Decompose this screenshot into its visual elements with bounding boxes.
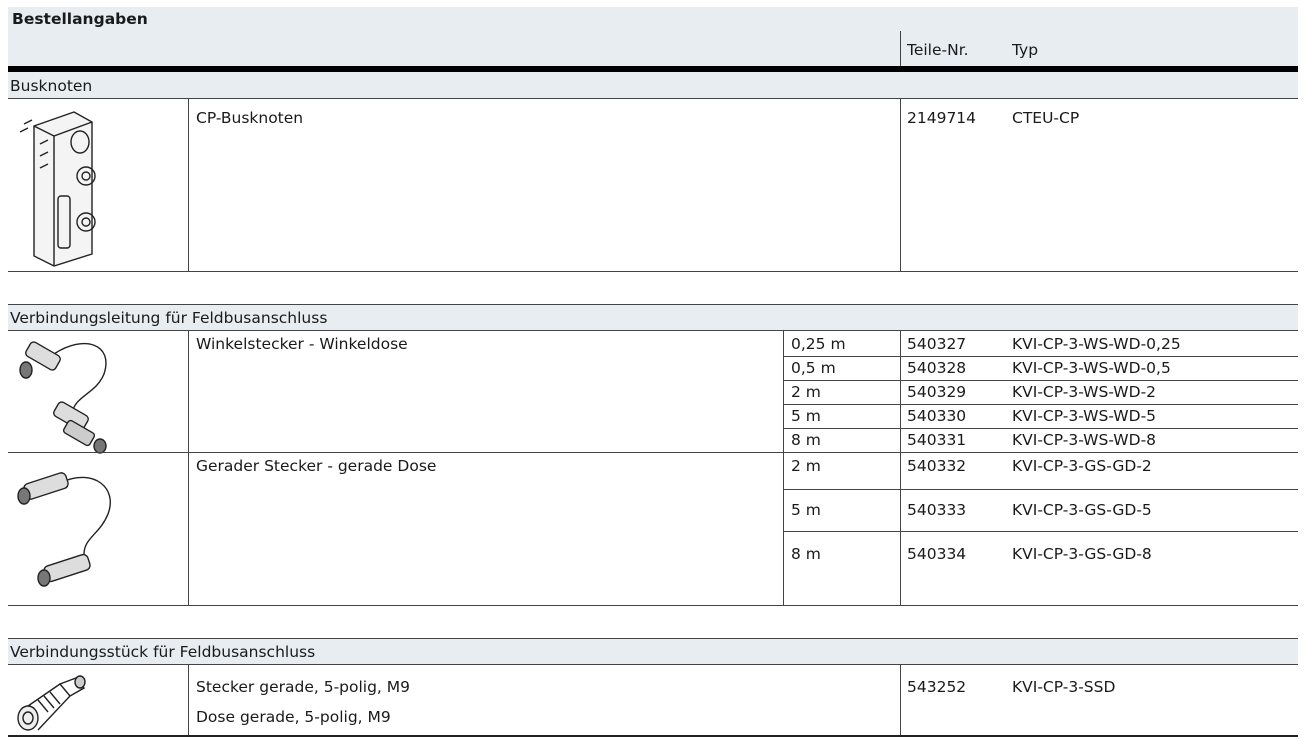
connector-fitting-image [17, 675, 86, 731]
column-header-part-no: Teile-Nr. [907, 41, 969, 59]
angled-cable-image [19, 341, 107, 454]
part-number: 2149714 [907, 109, 977, 127]
type-designation: KVI-CP-3-GS-GD-8 [1012, 545, 1152, 563]
product-description: Dose gerade, 5-polig, M9 [196, 708, 391, 726]
cable-length: 2 m [791, 383, 821, 401]
part-number: 540327 [907, 335, 967, 353]
type-designation: KVI-CP-3-WS-WD-5 [1012, 407, 1157, 425]
type-designation: KVI-CP-3-SSD [1012, 678, 1116, 696]
part-number: 540332 [907, 457, 967, 475]
part-number: 540329 [907, 383, 967, 401]
type-designation: KVI-CP-3-GS-GD-2 [1012, 457, 1152, 475]
type-designation: KVI-CP-3-WS-WD-2 [1012, 383, 1157, 401]
cable-length: 8 m [791, 431, 821, 449]
part-number: 540330 [907, 407, 967, 425]
table-title: Bestellangaben [12, 10, 148, 28]
part-number: 540328 [907, 359, 967, 377]
cable-length: 5 m [791, 501, 821, 519]
product-description: Gerader Stecker - gerade Dose [196, 457, 437, 475]
type-designation: KVI-CP-3-WS-WD-8 [1012, 431, 1157, 449]
straight-cable-image [17, 472, 111, 587]
column-header-type: Typ [1012, 41, 1039, 59]
product-description: Winkelstecker - Winkeldose [196, 335, 408, 353]
section-heading: Verbindungsstück für Feldbusanschluss [10, 643, 316, 661]
bus-node-device-image [19, 111, 96, 267]
section-heading: Busknoten [10, 77, 93, 95]
section-heading: Verbindungsleitung für Feldbusanschluss [10, 309, 328, 327]
product-description: CP-Busknoten [196, 109, 304, 127]
cable-length: 8 m [791, 545, 821, 563]
column-header-bar [8, 31, 1298, 66]
part-number: 540333 [907, 501, 967, 519]
bottom-rule [8, 735, 1298, 737]
part-number: 540331 [907, 431, 967, 449]
cable-length: 5 m [791, 407, 821, 425]
type-designation: CTEU-CP [1012, 109, 1080, 127]
cable-length: 2 m [791, 457, 821, 475]
title-bar [8, 7, 1298, 31]
type-designation: KVI-CP-3-WS-WD-0,5 [1012, 359, 1171, 377]
cable-length: 0,25 m [791, 335, 846, 353]
type-designation: KVI-CP-3-WS-WD-0,25 [1012, 335, 1181, 353]
column-divider [900, 31, 901, 66]
part-number: 543252 [907, 678, 967, 696]
part-number: 540334 [907, 545, 967, 563]
type-designation: KVI-CP-3-GS-GD-5 [1012, 501, 1152, 519]
cable-length: 0,5 m [791, 359, 836, 377]
product-description: Stecker gerade, 5-polig, M9 [196, 678, 411, 696]
section-header-busknoten [8, 72, 1298, 98]
